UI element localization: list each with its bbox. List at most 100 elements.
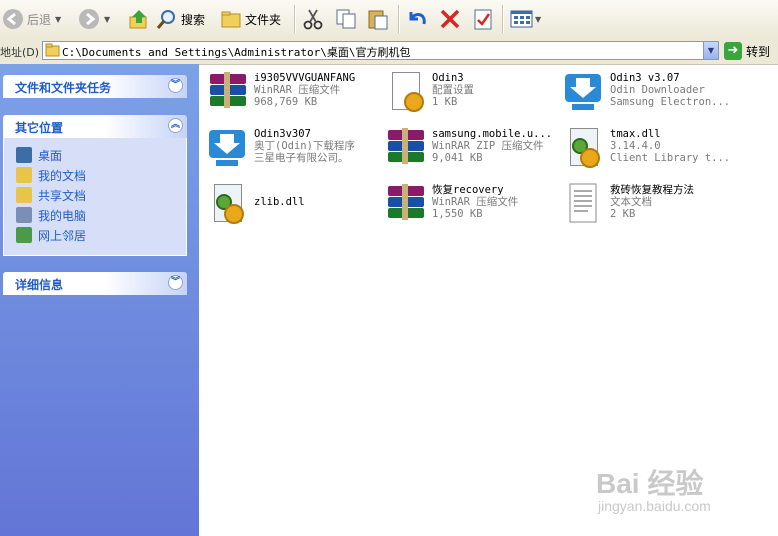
forward-arrow-icon <box>79 9 99 29</box>
file-type: 奥丁(Odin)下载程序 <box>254 140 355 152</box>
views-icon <box>510 10 533 28</box>
place-label: 网上邻居 <box>38 228 87 243</box>
properties-icon <box>474 9 492 30</box>
search-button[interactable]: 搜索 <box>156 4 205 34</box>
file-item[interactable]: i9305VVVGUANFANG WinRAR 压缩文件 968,769 KB <box>206 70 355 126</box>
delete-icon <box>440 9 460 29</box>
file-type: 文本文档 <box>610 196 652 208</box>
copy-button[interactable] <box>335 4 357 34</box>
file-type: 配置设置 <box>432 84 474 96</box>
desktop-icon <box>16 147 32 163</box>
chevron-down-icon: ▼ <box>104 14 111 24</box>
place-shared-documents[interactable]: 共享文档 <box>16 186 86 204</box>
expand-icon[interactable]: ︾ <box>168 275 183 290</box>
copy-icon <box>336 9 356 29</box>
file-size: 1 KB <box>432 96 458 108</box>
folders-icon <box>221 11 241 28</box>
place-my-computer[interactable]: 我的电脑 <box>16 206 86 224</box>
address-dropdown-button[interactable]: ▼ <box>703 41 719 60</box>
other-places-header[interactable]: 其它位置 ︽ <box>3 115 187 138</box>
go-button[interactable]: ➜ 转到 <box>724 40 770 62</box>
file-type: Odin Downloader <box>610 84 705 96</box>
file-folder-tasks-header[interactable]: 文件和文件夹任务 ︾ <box>3 75 187 98</box>
network-places-icon <box>16 227 32 243</box>
file-name: i9305VVVGUANFANG <box>254 72 356 84</box>
file-item[interactable]: Odin3 v3.07 Odin Downloader Samsung Elec… <box>562 70 730 126</box>
back-arrow-icon <box>3 9 23 29</box>
file-item[interactable]: 救砖恢复教程方法 文本文档 2 KB <box>562 182 694 238</box>
watermark-brand: Bai 经验 <box>596 468 704 499</box>
expand-icon[interactable]: ︾ <box>168 78 183 93</box>
views-button[interactable]: ▼ <box>510 4 541 34</box>
toolbar-separator <box>398 5 399 33</box>
other-places-body: 桌面 我的文档 共享文档 我的电脑 网上邻居 <box>3 138 187 256</box>
toolbar: 后退 ▼ ▼ 搜索 文件夹 ▼ <box>0 0 778 39</box>
file-item[interactable]: Odin3 配置设置 1 KB <box>384 70 474 126</box>
folders-button[interactable]: 文件夹 <box>220 4 281 34</box>
go-arrow-icon: ➜ <box>724 42 742 60</box>
file-name: 救砖恢复教程方法 <box>610 184 694 196</box>
paste-icon <box>368 10 388 30</box>
place-label: 桌面 <box>38 148 63 163</box>
undo-button[interactable] <box>406 4 428 34</box>
file-name: Odin3 <box>432 72 464 84</box>
forward-button[interactable]: ▼ <box>78 4 110 34</box>
place-label: 我的电脑 <box>38 208 87 223</box>
back-label: 后退 <box>27 12 52 27</box>
undo-icon <box>409 12 426 25</box>
file-item[interactable]: samsung.mobile.u... WinRAR ZIP 压缩文件 9,04… <box>384 126 552 182</box>
file-company: Samsung Electron... <box>610 96 731 108</box>
place-label: 我的文档 <box>38 168 87 183</box>
text-document-icon <box>562 182 606 230</box>
chevron-down-icon: ▼ <box>55 14 62 24</box>
config-settings-icon <box>384 70 428 118</box>
back-button[interactable]: 后退 ▼ <box>2 4 61 34</box>
file-item[interactable]: zlib.dll <box>206 182 305 238</box>
cut-button[interactable] <box>302 4 324 34</box>
panel-title: 其它位置 <box>15 121 64 135</box>
address-label: 地址(D) <box>0 46 40 59</box>
file-name: zlib.dll <box>254 196 305 208</box>
file-size: 2 KB <box>610 208 636 220</box>
odin-downloader-icon <box>206 126 250 174</box>
file-item[interactable]: Odin3v307 奥丁(Odin)下载程序 三星电子有限公司。 <box>206 126 355 182</box>
panel-title: 详细信息 <box>15 278 64 292</box>
shared-documents-icon <box>16 187 32 203</box>
file-name: Odin3v307 <box>254 128 311 140</box>
file-name: 恢复recovery <box>432 184 504 196</box>
details-header[interactable]: 详细信息 ︾ <box>3 272 187 295</box>
file-version: 3.14.4.0 <box>610 140 661 152</box>
chevron-down-icon: ▼ <box>535 14 542 24</box>
place-desktop[interactable]: 桌面 <box>16 146 62 164</box>
file-size: 968,769 KB <box>254 96 318 108</box>
file-name: Odin3 v3.07 <box>610 72 680 84</box>
task-pane: 文件和文件夹任务 ︾ 其它位置 ︽ 桌面 我的文档 共享文档 我的电脑 网上邻居… <box>0 64 199 536</box>
folder-icon <box>45 43 60 57</box>
toolbar-separator <box>502 5 503 33</box>
odin-downloader-icon <box>562 70 606 118</box>
winrar-zip-icon <box>384 126 428 174</box>
collapse-icon[interactable]: ︽ <box>168 118 183 133</box>
paste-button[interactable] <box>367 4 389 34</box>
file-description: Client Library t... <box>610 152 731 164</box>
file-type: WinRAR 压缩文件 <box>254 84 341 96</box>
file-item[interactable]: 恢复recovery WinRAR 压缩文件 1,550 KB <box>384 182 518 238</box>
file-size: 1,550 KB <box>432 208 483 220</box>
file-size: 9,041 KB <box>432 152 483 164</box>
toolbar-separator <box>294 5 295 33</box>
winrar-archive-icon <box>384 182 428 230</box>
cut-icon <box>303 9 323 30</box>
search-label: 搜索 <box>181 12 206 27</box>
panel-title: 文件和文件夹任务 <box>15 81 112 95</box>
file-item[interactable]: tmax.dll 3.14.4.0 Client Library t... <box>562 126 730 182</box>
folders-label: 文件夹 <box>245 12 282 27</box>
dll-file-icon <box>206 182 250 230</box>
place-network[interactable]: 网上邻居 <box>16 226 86 244</box>
place-my-documents[interactable]: 我的文档 <box>16 166 86 184</box>
my-documents-icon <box>16 167 32 183</box>
dll-file-icon <box>562 126 606 174</box>
file-company: 三星电子有限公司。 <box>254 152 349 164</box>
properties-button[interactable] <box>472 4 494 34</box>
up-folder-button[interactable] <box>128 4 150 34</box>
delete-button[interactable] <box>439 4 461 34</box>
